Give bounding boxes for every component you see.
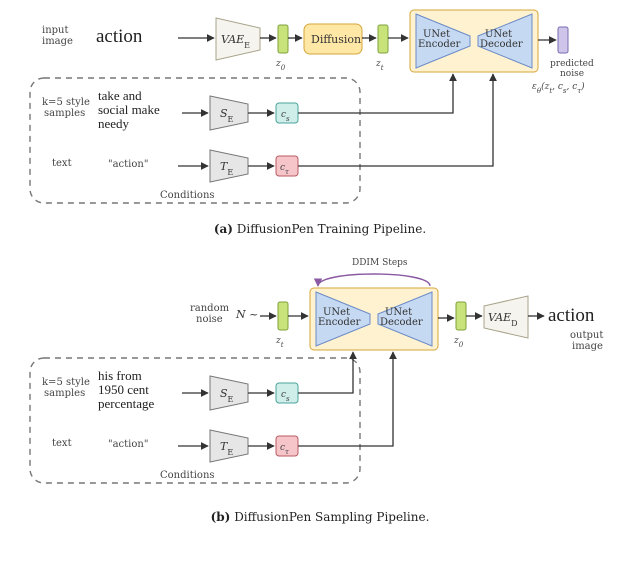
text-encoder-b [210, 430, 248, 462]
style-handwriting-b: his from1950 centpercentage [98, 368, 155, 411]
noise-symbol: N ~ [235, 308, 258, 321]
style-encoder-b [210, 376, 248, 410]
text-value-b: "action" [108, 439, 148, 450]
style-handwriting: take andsocial makeneedy [98, 88, 160, 131]
zt-latent [378, 25, 388, 53]
vae-encoder-block: VAEE [216, 18, 260, 60]
figure-a: inputimage action VAEE z0 Diffusion zt U… [30, 10, 594, 203]
caption-a: (a) DiffusionPen Training Pipeline. [0, 222, 640, 236]
conditions-label-b: Conditions [160, 470, 215, 481]
zt-latent-b [278, 302, 288, 330]
ddim-label: DDIM Steps [352, 258, 408, 268]
z0-label-b: z0 [453, 336, 464, 349]
text-label-b: text [52, 438, 72, 449]
z0-latent-b [456, 302, 466, 330]
diffusion-label: Diffusion [311, 33, 361, 46]
text-value: "action" [108, 159, 148, 170]
output-handwriting: action [548, 305, 595, 326]
style-encoder [210, 96, 248, 130]
caption-b: (b) DiffusionPen Sampling Pipeline. [0, 510, 640, 524]
style-samples-label: k=5 stylesamples [42, 97, 90, 119]
predicted-noise-math: εθ(zt, cs, cτ) [532, 81, 585, 95]
zt-label-b: zt [275, 336, 284, 349]
ddim-loop [318, 274, 430, 286]
predicted-noise-label: predictednoise [550, 59, 594, 79]
style-samples-label-b: k=5 stylesamples [42, 377, 90, 399]
input-handwriting: action [96, 26, 143, 47]
text-encoder [210, 150, 248, 182]
arrow-ctau-to-unet [298, 74, 493, 166]
conditions-label: Conditions [160, 190, 215, 201]
predicted-noise [558, 27, 568, 53]
figure-b: randomnoise N ~ zt UNetEncoder UNetDecod… [30, 258, 603, 483]
diagram-canvas: inputimage action VAEE z0 Diffusion zt U… [0, 0, 640, 585]
z0-latent [278, 25, 288, 53]
random-noise-label: randomnoise [190, 303, 230, 325]
zt-label: zt [375, 59, 384, 72]
arrow-cs-to-unet [298, 74, 453, 113]
input-image-label: inputimage [42, 25, 73, 47]
output-image-label: outputimage [570, 330, 603, 352]
z0-label: z0 [275, 59, 286, 72]
arrow-ctau-to-unet-b [298, 352, 393, 446]
text-label: text [52, 158, 72, 169]
